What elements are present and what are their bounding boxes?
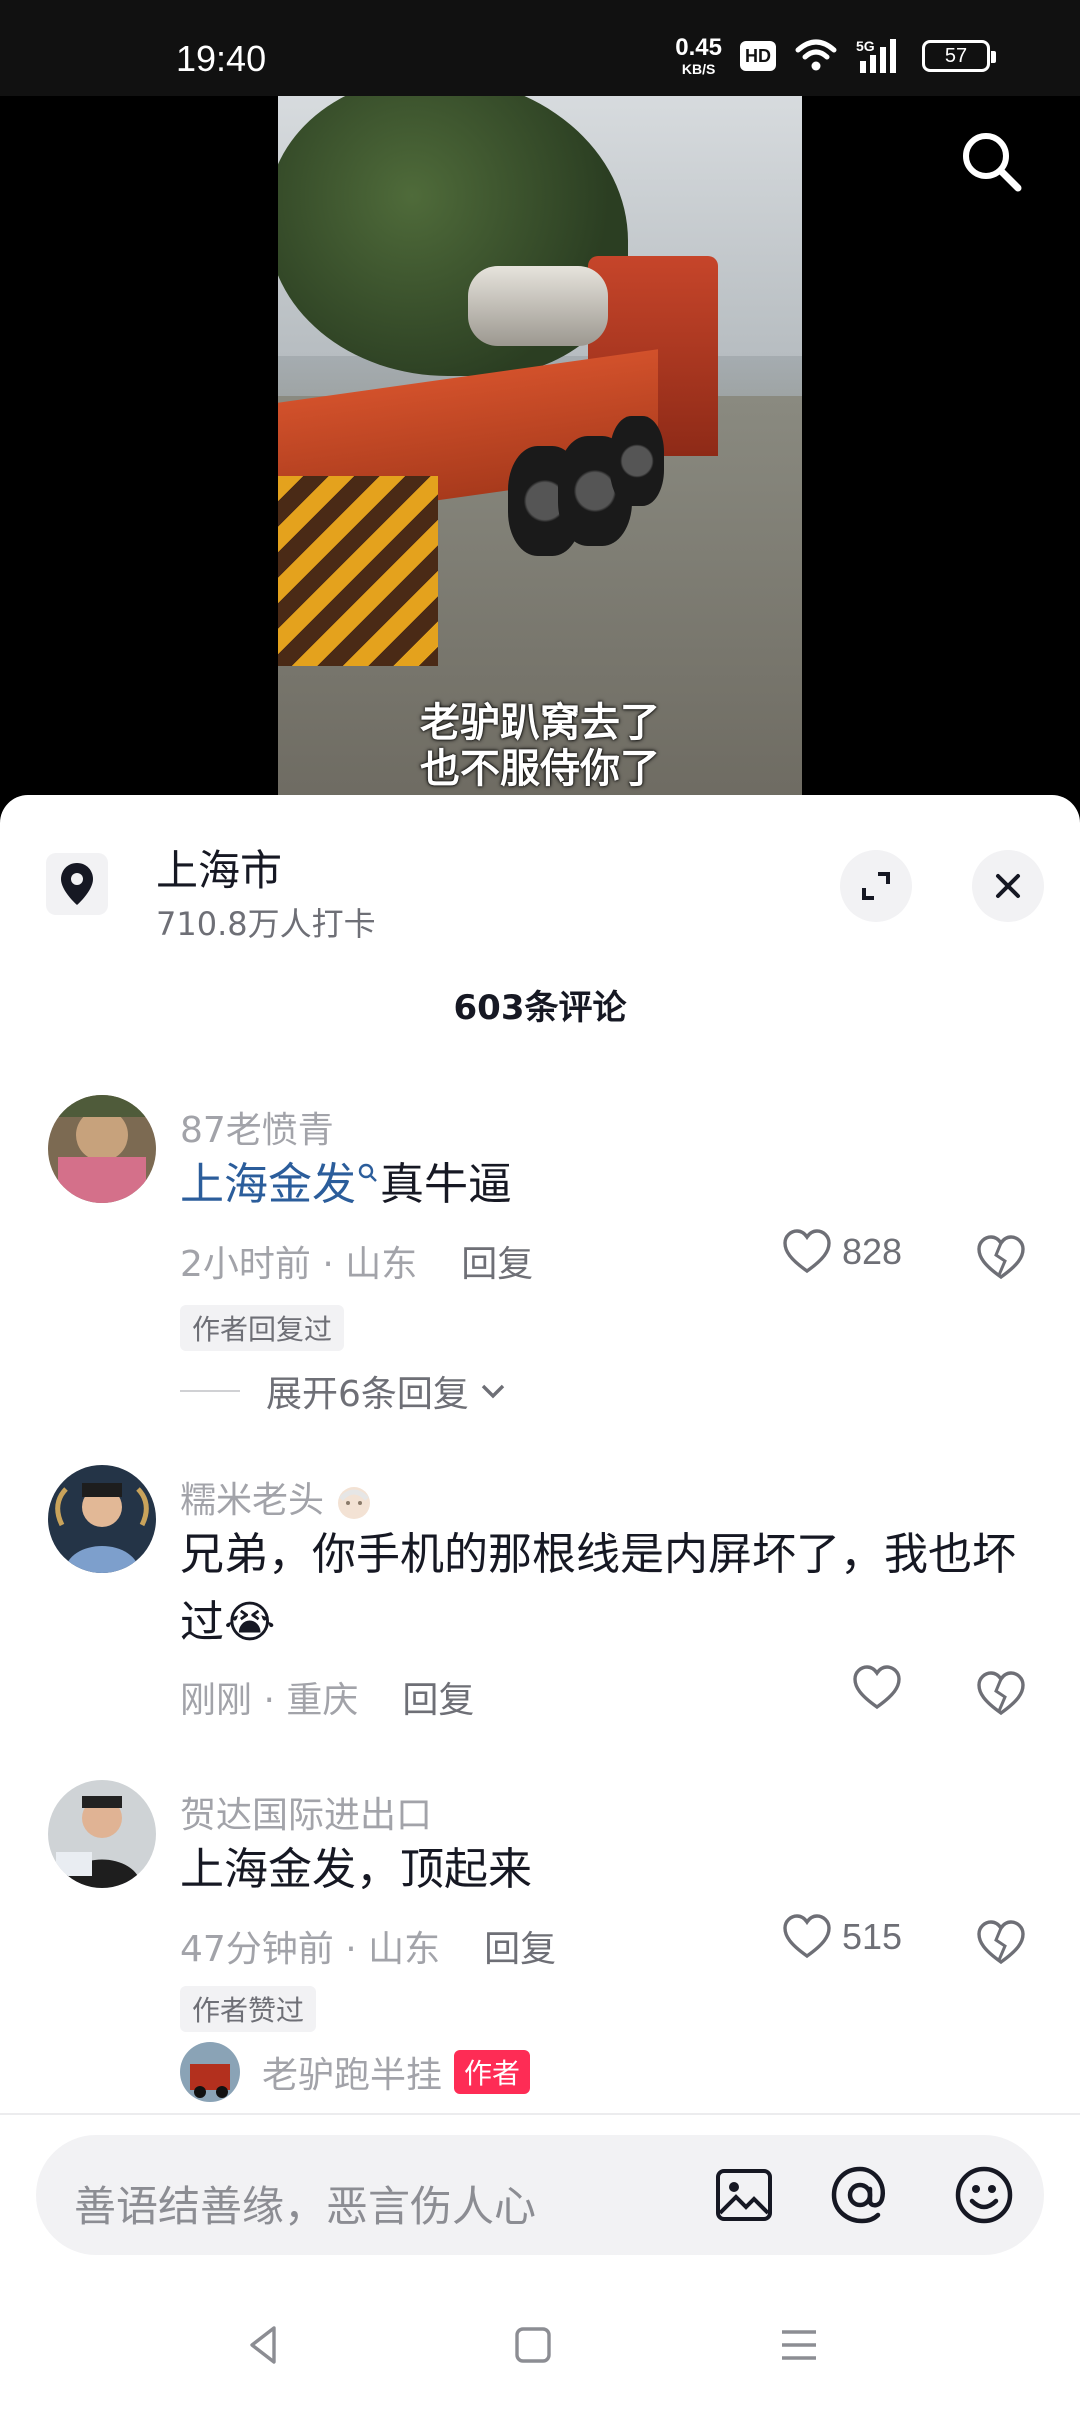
comment-meta: 2小时前 · 山东 回复	[180, 1235, 533, 1287]
close-icon	[996, 874, 1020, 898]
elder-emoji-icon	[338, 1487, 371, 1519]
reply-preview[interactable]: 老驴跑半挂 作者	[180, 2042, 531, 2102]
hd-icon: HD	[740, 41, 776, 71]
comment-meta: 47分钟前 · 山东 回复	[180, 1920, 556, 1972]
comment-item: 贺达国际进出口 上海金发，顶起来 47分钟前 · 山东 回复 515 作者赞过 老…	[0, 1780, 1080, 2110]
reply-button[interactable]: 回复	[461, 1244, 533, 1285]
svg-text:5G: 5G	[856, 38, 875, 54]
author-liked-badge: 作者赞过	[180, 1986, 317, 2032]
comment-sheet: 上海市 710.8万人打卡 603条评论 87老愤青 上海金发 真牛逼 2小时前…	[0, 795, 1080, 2412]
video-area[interactable]: 老驴趴窝去了 也不服侍你了	[0, 96, 1080, 816]
comment-text: 上海金发，顶起来	[180, 1844, 532, 1895]
location-checkins: 710.8万人打卡	[156, 905, 376, 943]
comment-time-location: 47分钟前 · 山东	[180, 1929, 441, 1970]
dislike-icon[interactable]	[976, 1233, 1026, 1283]
location-tag-link[interactable]: 上海金发	[180, 1159, 356, 1210]
location-title: 上海市	[156, 846, 283, 895]
system-nav-bar	[0, 2280, 1080, 2412]
comment-username[interactable]: 贺达国际进出口	[180, 1786, 432, 1838]
back-icon[interactable]	[240, 2320, 290, 2370]
like-button[interactable]: 515	[782, 1914, 902, 1960]
wifi-icon	[795, 39, 837, 71]
home-icon[interactable]	[508, 2320, 558, 2370]
location-pin-icon	[46, 853, 108, 915]
reply-username: 老驴跑半挂	[262, 2055, 443, 2096]
comment-username[interactable]: 87老愤青	[180, 1101, 334, 1153]
search-icon[interactable]	[956, 126, 1028, 198]
comment-input-bar[interactable]: 善语结善缘，恶言伤人心	[36, 2135, 1044, 2255]
heart-icon	[853, 1665, 901, 1710]
network-speed: 0.45 KB/S	[675, 34, 722, 77]
avatar[interactable]	[48, 1780, 156, 1888]
signal-5g-icon: 5G	[856, 38, 896, 73]
comment-item: 糯米老头 兄弟，你手机的那根线是内屏坏了，我也坏过😭 刚刚 · 重庆 回复	[0, 1465, 1080, 1755]
heart-icon	[783, 1914, 831, 1959]
author-replied-badge: 作者回复过	[180, 1305, 345, 1351]
expand-icon	[862, 872, 890, 900]
chevron-down-icon	[481, 1384, 505, 1399]
status-bar: 19:40 0.45 KB/S HD 5G 57	[0, 0, 1080, 96]
at-mention-icon[interactable]	[828, 2163, 892, 2227]
battery-icon: 57	[922, 40, 996, 72]
menu-icon[interactable]	[774, 2320, 824, 2370]
emoji-icon[interactable]	[952, 2163, 1016, 2227]
comment-text: 上海金发 真牛逼	[180, 1159, 512, 1210]
comment-count-title: 603条评论	[453, 988, 627, 1028]
like-count: 828	[842, 1231, 903, 1272]
comment-input-placeholder[interactable]: 善语结善缘，恶言伤人心	[74, 2173, 536, 2234]
status-icons: 0.45 KB/S HD 5G 57	[675, 34, 996, 78]
comment-text: 兄弟，你手机的那根线是内屏坏了，我也坏过😭	[180, 1529, 1016, 1648]
comment-username[interactable]: 糯米老头	[180, 1471, 373, 1523]
comment-meta: 刚刚 · 重庆 回复	[180, 1671, 474, 1723]
divider	[0, 2113, 1080, 2115]
search-small-icon	[358, 1163, 377, 1182]
dislike-icon[interactable]	[976, 1669, 1026, 1719]
reply-avatar	[180, 2042, 240, 2102]
like-button[interactable]	[852, 1665, 912, 1711]
image-icon[interactable]	[712, 2163, 776, 2227]
expand-replies-button[interactable]: 展开6条回复	[180, 1365, 511, 1417]
author-tag: 作者	[454, 2050, 531, 2094]
like-count: 515	[842, 1916, 903, 1957]
video-subtitle-line2: 也不服侍你了	[420, 746, 660, 792]
status-time: 19:40	[176, 38, 267, 79]
avatar[interactable]	[48, 1465, 156, 1573]
comment-time-location: 刚刚 · 重庆	[180, 1680, 359, 1721]
dislike-icon[interactable]	[976, 1918, 1026, 1968]
reply-button[interactable]: 回复	[484, 1929, 556, 1970]
heart-icon	[783, 1229, 831, 1274]
video-subtitle-line1: 老驴趴窝去了	[420, 700, 660, 746]
location-row[interactable]: 上海市 710.8万人打卡	[0, 795, 1080, 945]
laughing-crying-emoji: 😭	[224, 1597, 276, 1648]
comment-item: 87老愤青 上海金发 真牛逼 2小时前 · 山东 回复 828 作者回复过 展开6条…	[0, 1095, 1080, 1425]
comment-time-location: 2小时前 · 山东	[180, 1244, 418, 1285]
video-player[interactable]: 老驴趴窝去了 也不服侍你了	[278, 96, 802, 816]
avatar[interactable]	[48, 1095, 156, 1203]
close-button[interactable]	[972, 850, 1044, 922]
like-button[interactable]: 828	[782, 1229, 902, 1275]
expand-button[interactable]	[840, 850, 912, 922]
reply-button[interactable]: 回复	[402, 1680, 474, 1721]
